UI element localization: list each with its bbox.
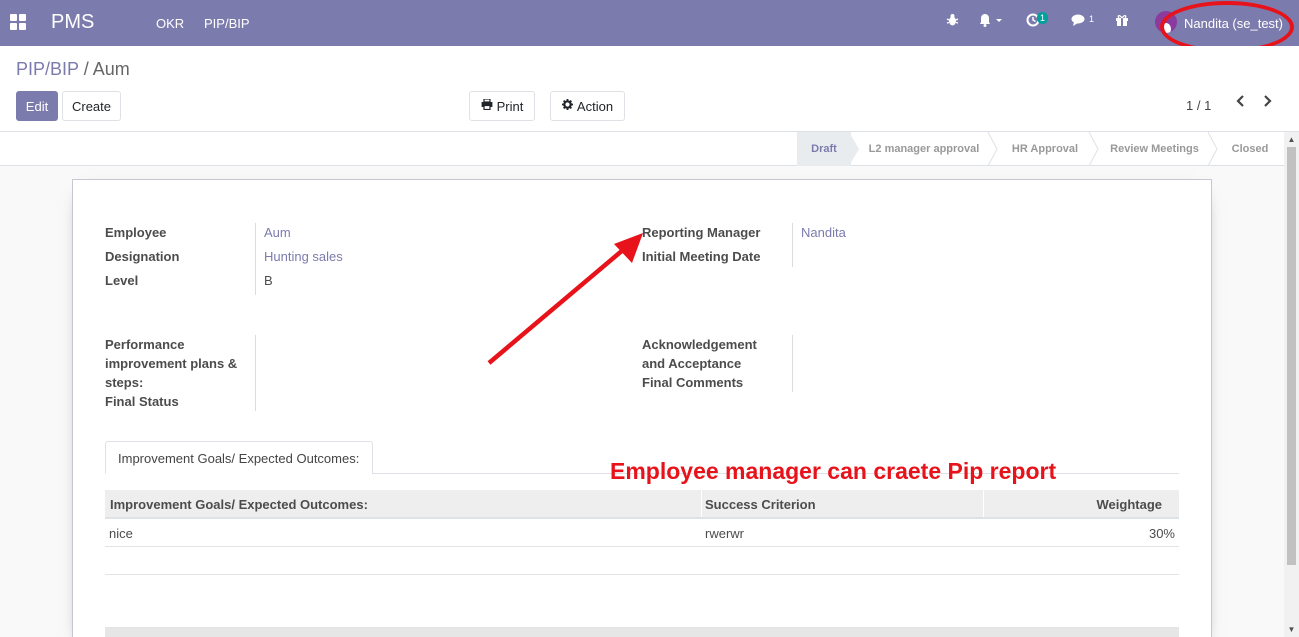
action-label: Action	[576, 98, 614, 114]
column-header-weightage[interactable]: Weightage	[1097, 497, 1163, 512]
table-row-empty	[105, 547, 1179, 575]
scroll-down-icon[interactable]: ▼	[1287, 625, 1296, 635]
performance-plan-label-line2: improvement plans &	[105, 356, 238, 371]
table-footer	[105, 628, 1179, 637]
weightage-cell: 30%	[1148, 526, 1175, 541]
initial-meeting-date-label: Initial Meeting Date	[642, 249, 761, 264]
performance-plan-label-line1: Performance	[105, 337, 185, 352]
print-button[interactable]: Print	[469, 91, 535, 121]
app-brand[interactable]: PMS	[51, 11, 94, 34]
breadcrumb-separator: /	[83, 59, 89, 79]
final-comments-label: Final Comments	[642, 375, 744, 390]
stage-separator	[1207, 132, 1218, 166]
table-row[interactable]: nice rwerwr 30%	[105, 519, 1179, 547]
stage-hr-approval[interactable]: HR Approval	[999, 132, 1091, 166]
gift-icon[interactable]	[1115, 13, 1129, 30]
top-navbar: PMS OKR PIP/BIP 1 1 Nandita (se_test)	[0, 0, 1299, 53]
reporting-manager-label: Reporting Manager	[642, 225, 761, 240]
column-separator	[701, 490, 702, 517]
statusbar: Draft L2 manager approval HR Approval Re…	[0, 132, 1299, 166]
level-value: B	[264, 273, 273, 288]
goal-cell: nice	[109, 526, 133, 541]
stage-draft[interactable]: Draft	[797, 132, 851, 166]
table-row-empty	[105, 602, 1179, 628]
breadcrumb: PIP/BIP / Aum	[16, 59, 130, 80]
user-avatar[interactable]	[1155, 11, 1177, 33]
employee-label: Employee	[105, 225, 167, 240]
user-menu[interactable]: Nandita (se_test)	[1184, 16, 1283, 31]
stage-l2-manager-approval[interactable]: L2 manager approval	[860, 132, 988, 166]
field-divider	[792, 335, 793, 392]
table-header: Improvement Goals/ Expected Outcomes: Su…	[105, 490, 1179, 519]
stage-separator	[987, 132, 998, 166]
pager-value[interactable]: 1 / 1	[1186, 98, 1211, 113]
control-panel: PIP/BIP / Aum Edit Create Print Action 1…	[0, 46, 1299, 132]
level-label: Level	[105, 273, 139, 288]
scrollbar-thumb[interactable]	[1287, 147, 1296, 565]
acknowledgement-label-line2: and Acceptance	[642, 356, 742, 371]
tab-improvement-goals[interactable]: Improvement Goals/ Expected Outcomes:	[105, 441, 373, 474]
action-button[interactable]: Action	[550, 91, 625, 121]
field-divider	[255, 335, 256, 411]
breadcrumb-parent-link[interactable]: PIP/BIP	[16, 59, 79, 79]
annotation-arrow	[487, 233, 643, 365]
stage-closed[interactable]: Closed	[1219, 132, 1281, 166]
annotation-text: Employee manager can craete Pip report	[610, 458, 1057, 484]
edit-button[interactable]: Edit	[16, 91, 58, 121]
bell-icon[interactable]	[978, 13, 1002, 30]
print-label: Print	[496, 98, 524, 114]
breadcrumb-current: Aum	[92, 59, 130, 79]
bug-icon[interactable]	[946, 13, 959, 30]
column-separator	[983, 490, 984, 517]
gear-icon	[561, 99, 573, 113]
performance-plan-label-line3: steps:	[105, 375, 144, 390]
reporting-manager-value[interactable]: Nandita	[801, 225, 846, 240]
scroll-up-icon[interactable]: ▲	[1287, 135, 1296, 145]
acknowledgement-label-line1: Acknowledgement	[642, 337, 757, 352]
column-header-goals[interactable]: Improvement Goals/ Expected Outcomes:	[110, 497, 368, 512]
menu-item-okr[interactable]: OKR	[156, 16, 184, 31]
final-status-label: Final Status	[105, 394, 179, 409]
employee-value[interactable]: Aum	[264, 225, 291, 240]
messages-icon[interactable]	[1071, 13, 1087, 30]
activity-count-badge: 1	[1037, 12, 1049, 24]
column-header-success-criterion[interactable]: Success Criterion	[705, 497, 816, 512]
success-criterion-cell: rwerwr	[705, 526, 744, 541]
pager-previous-icon[interactable]	[1235, 94, 1245, 113]
field-divider	[255, 223, 256, 295]
table-row-empty	[105, 575, 1179, 603]
menu-item-pip-bip[interactable]: PIP/BIP	[204, 16, 250, 31]
messages-count: 1	[1089, 14, 1095, 24]
designation-label: Designation	[105, 249, 180, 264]
apps-menu-icon[interactable]	[10, 14, 26, 30]
print-icon	[481, 98, 493, 113]
create-button[interactable]: Create	[62, 91, 121, 121]
designation-value[interactable]: Hunting sales	[264, 249, 343, 264]
stage-review-meetings[interactable]: Review Meetings	[1099, 132, 1210, 166]
field-divider	[792, 223, 793, 267]
pager-next-icon[interactable]	[1263, 94, 1273, 113]
